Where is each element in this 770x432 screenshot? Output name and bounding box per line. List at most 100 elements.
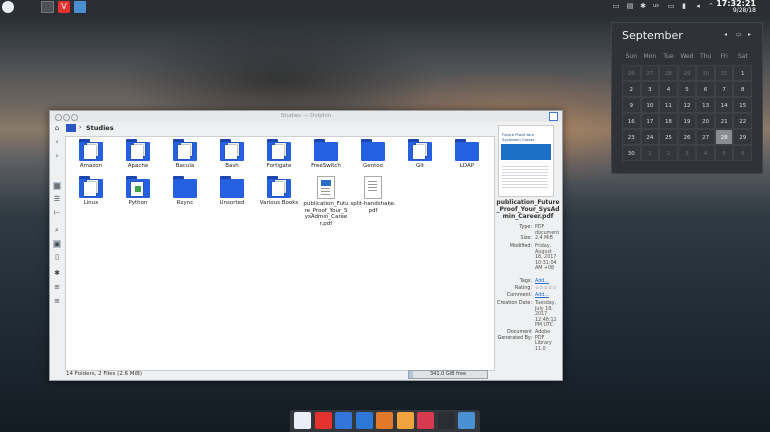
calendar-day[interactable]: 18 [659, 113, 678, 129]
plasma-icon[interactable] [294, 412, 311, 429]
bluetooth-icon[interactable]: ✱ [639, 2, 647, 11]
calendar-day[interactable]: 26 [622, 65, 641, 81]
file-item[interactable]: Bacula [162, 139, 208, 170]
home-icon[interactable]: ⌂ [53, 124, 61, 132]
calendar-day[interactable]: 9 [622, 97, 641, 113]
keyboard-layout[interactable]: us [651, 2, 661, 11]
file-view[interactable]: Amazon Apache Bacula Bash Fortigate FreeSwitc… [65, 136, 495, 371]
calendar-day[interactable]: 19 [677, 113, 697, 129]
file-item[interactable]: publication_Future_Proof_Your_SysAdmin_C… [303, 176, 349, 227]
file-item[interactable]: Rsync [162, 176, 208, 207]
calendar-day[interactable]: 5 [677, 81, 697, 97]
calendar-day[interactable]: 8 [733, 81, 753, 97]
today-icon[interactable]: ▭ [736, 31, 742, 38]
plasma-icon[interactable] [2, 1, 14, 13]
preview-icon[interactable]: ▣ [53, 240, 61, 248]
forward-icon[interactable]: › [53, 152, 61, 160]
file-item[interactable]: LDAP [444, 139, 490, 170]
calendar-day[interactable]: 7 [714, 81, 734, 97]
file-item[interactable]: Unsorted [209, 176, 255, 207]
calendar-day[interactable]: 4 [659, 81, 678, 97]
calendar-day[interactable]: 2 [622, 81, 641, 97]
calendar-day[interactable]: 23 [622, 129, 641, 145]
prev-month-icon[interactable]: ◂ [724, 31, 727, 38]
file-item[interactable]: Apache [115, 139, 161, 170]
vivaldi-icon[interactable] [314, 412, 332, 429]
globe-icon[interactable] [355, 412, 373, 429]
calendar-day[interactable]: 11 [659, 97, 678, 113]
files-icon[interactable] [335, 412, 352, 429]
file-item[interactable]: Git [397, 139, 443, 170]
calendar-day[interactable]: 17 [640, 113, 660, 129]
file-item[interactable]: Fortigate [256, 139, 302, 170]
clipboard-icon[interactable]: ▤ [626, 2, 634, 11]
metadata-value[interactable]: Add... [535, 279, 560, 285]
calendar-day[interactable]: 27 [696, 129, 715, 145]
calendar-day[interactable]: 20 [696, 113, 715, 129]
file-item[interactable]: Bash [209, 139, 255, 170]
search-icon[interactable]: ⌕ [53, 226, 61, 234]
gear-app-icon[interactable] [417, 412, 434, 429]
calendar-day[interactable]: 22 [733, 113, 753, 129]
calendar-day[interactable]: 27 [640, 65, 660, 81]
calendar-day[interactable]: 3 [640, 81, 660, 97]
file-item[interactable]: Gentoo [350, 139, 396, 170]
battery-icon[interactable]: ▮ [680, 2, 688, 11]
panel-icon[interactable]: ▯ [53, 253, 61, 261]
calendar-day[interactable]: 2 [659, 145, 678, 161]
volume-icon[interactable]: ◂ [694, 2, 702, 11]
calendar-day[interactable]: 29 [677, 65, 697, 81]
compact-view-icon[interactable]: ☰ [53, 195, 61, 203]
notes-icon[interactable] [396, 412, 414, 429]
calendar-day[interactable]: 21 [714, 113, 734, 129]
calendar-day[interactable]: 31 [714, 65, 734, 81]
icons-view-icon[interactable]: ▦ [53, 182, 61, 190]
calendar-day[interactable]: 26 [677, 129, 697, 145]
hamburger-icon[interactable]: ≡ [53, 297, 61, 305]
gear-icon[interactable]: ✱ [53, 269, 61, 277]
calendar-day[interactable]: 25 [659, 129, 678, 145]
calendar-day[interactable]: 6 [733, 145, 753, 161]
title-bar[interactable]: Studies — Dolphin [50, 111, 562, 122]
calendar-day[interactable]: 13 [696, 97, 715, 113]
calendar-day[interactable]: 30 [622, 145, 641, 161]
calendar-day[interactable]: 30 [696, 65, 715, 81]
menu-icon[interactable]: ≡ [53, 283, 61, 291]
metadata-value[interactable]: Add... [535, 293, 560, 299]
calendar-day[interactable]: 6 [696, 81, 715, 97]
file-item[interactable]: Amazon [68, 139, 114, 170]
calendar-day[interactable]: 10 [640, 97, 660, 113]
dolphin-icon[interactable] [74, 1, 86, 13]
vivaldi-icon[interactable]: V [58, 1, 70, 13]
file-item[interactable]: Python [115, 176, 161, 207]
display-icon[interactable]: ▭ [667, 2, 675, 11]
calendar-day[interactable]: 3 [677, 145, 697, 161]
calendar-day[interactable]: 5 [714, 145, 734, 161]
arrow-icon[interactable]: ⌃ [707, 2, 715, 11]
calendar-day[interactable]: 28 [659, 65, 678, 81]
close-button[interactable] [549, 112, 558, 121]
file-item[interactable]: FreeSwitch [303, 139, 349, 170]
firefox-icon[interactable] [376, 412, 393, 429]
calendar-day[interactable]: 29 [733, 129, 753, 145]
calendar-day[interactable]: 4 [696, 145, 715, 161]
file-item[interactable]: Various Books [256, 176, 302, 207]
split-icon[interactable]: ⊢ [53, 209, 61, 217]
next-month-icon[interactable]: ▸ [748, 31, 751, 38]
breadcrumb[interactable]: Studies [86, 124, 114, 132]
calendar-day[interactable]: 15 [733, 97, 753, 113]
back-icon[interactable]: ‹ [53, 138, 61, 146]
file-item[interactable]: split-handshake.pdf [350, 176, 396, 214]
calendar-day[interactable]: 1 [733, 65, 753, 81]
window-thumb[interactable] [41, 1, 54, 13]
network-icon[interactable]: ▭ [612, 2, 620, 11]
calendar-day[interactable]: 16 [622, 113, 641, 129]
calendar-day[interactable]: 28 [714, 129, 734, 145]
file-item[interactable]: Linux [68, 176, 114, 207]
calendar-day[interactable]: 24 [640, 129, 660, 145]
digital-clock[interactable]: 17:32:21 9/28/18 [716, 0, 756, 14]
calendar-day[interactable]: 14 [714, 97, 734, 113]
calendar-day[interactable]: 12 [677, 97, 697, 113]
dolphin-icon[interactable] [458, 412, 475, 429]
terminal-icon[interactable] [437, 412, 455, 429]
